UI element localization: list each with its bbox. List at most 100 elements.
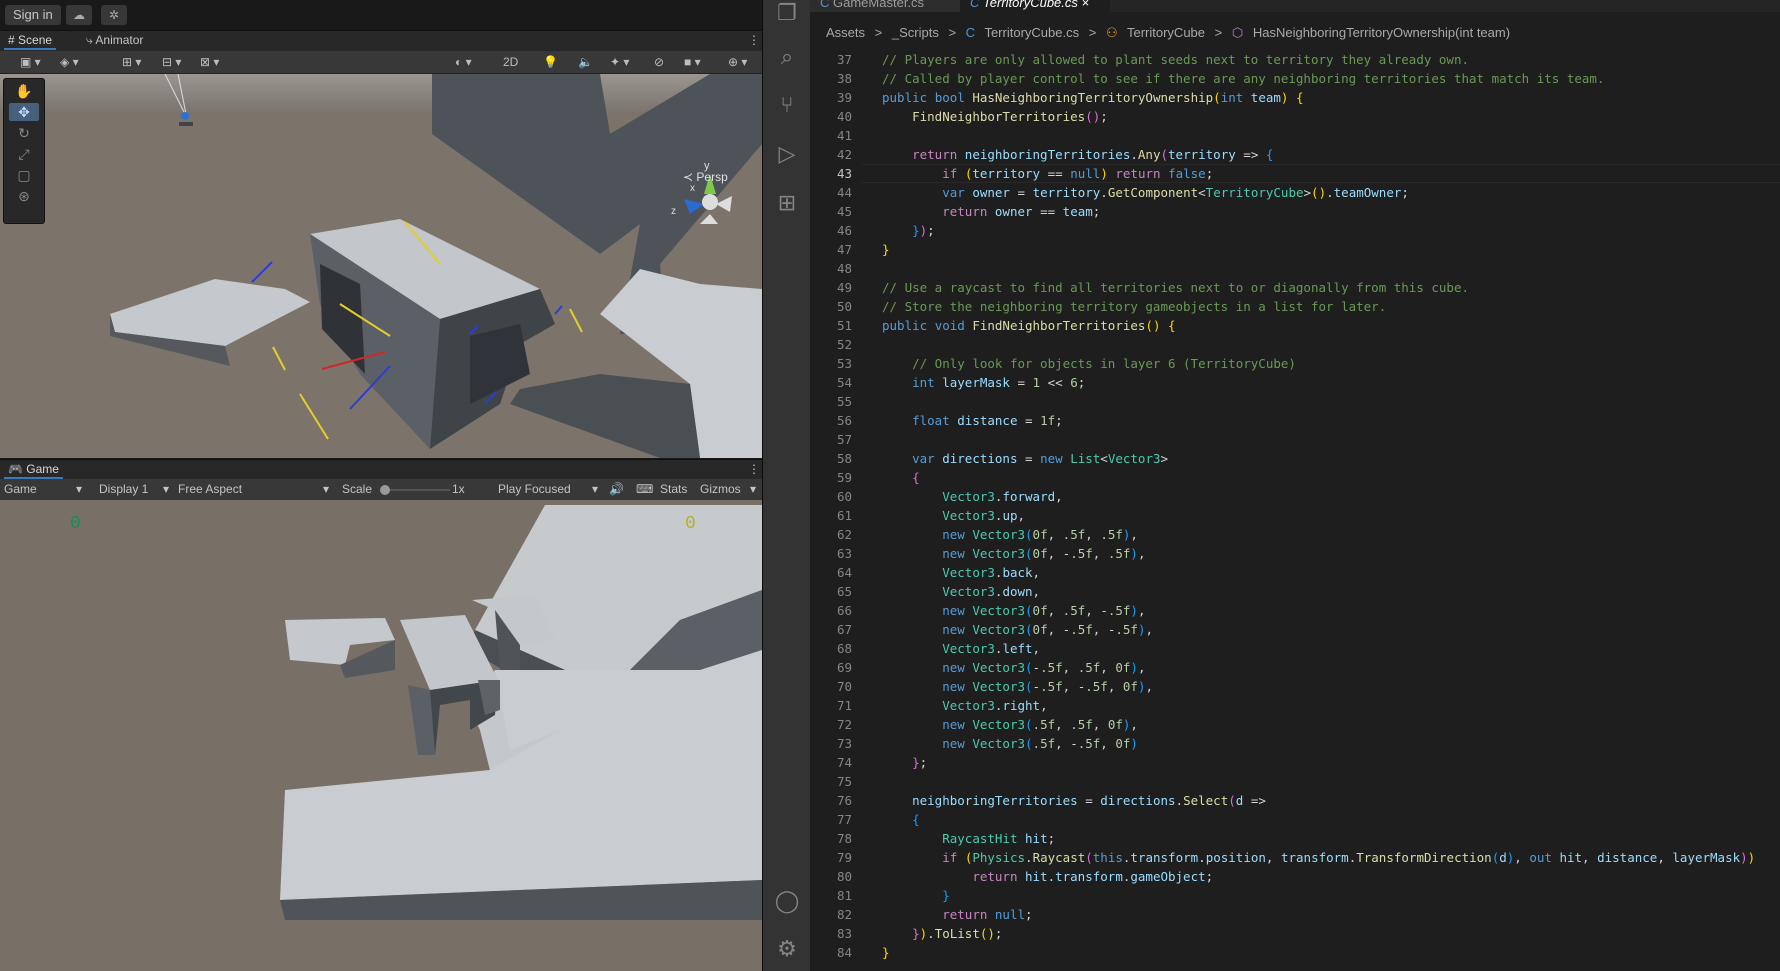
scene-visibility-icon[interactable]: ⊘ <box>654 54 664 70</box>
account-icon[interactable]: ◯ <box>774 888 800 914</box>
code-line[interactable]: 64 Vector3.back, <box>810 563 1780 582</box>
code-line[interactable]: 83 }).ToList(); <box>810 924 1780 943</box>
game-tab-menu-icon[interactable]: ⋮ <box>748 462 760 476</box>
code-line[interactable]: 42 return neighboringTerritories.Any(ter… <box>810 145 1780 164</box>
tab-scene[interactable]: # Scene <box>3 33 57 50</box>
scale-slider[interactable] <box>380 489 450 491</box>
render-mode-icon[interactable]: ◐ ▾ <box>455 54 472 70</box>
shading-icon[interactable]: ◈ ▾ <box>60 54 79 70</box>
breadcrumb-scripts[interactable]: _Scripts <box>892 25 939 40</box>
code-line[interactable]: 52 <box>810 335 1780 354</box>
gizmos-dropdown-icon[interactable]: ⊕ ▾ <box>728 54 747 70</box>
tab-game[interactable]: 🎮 Game <box>4 462 63 479</box>
gizmos-button[interactable]: Gizmos <box>700 482 741 496</box>
code-line[interactable]: 70 new Vector3(-.5f, -.5f, 0f), <box>810 677 1780 696</box>
code-line[interactable]: 54 int layerMask = 1 << 6; <box>810 373 1780 392</box>
code-line[interactable]: 48 <box>810 259 1780 278</box>
code-line[interactable]: 67 new Vector3(0f, -.5f, -.5f), <box>810 620 1780 639</box>
code-line[interactable]: 81 } <box>810 886 1780 905</box>
code-line[interactable]: 57 <box>810 430 1780 449</box>
play-mode-dropdown[interactable]: Play Focused <box>498 482 571 496</box>
code-line[interactable]: 72 new Vector3(.5f, .5f, 0f), <box>810 715 1780 734</box>
draw-mode-icon[interactable]: ▣ ▾ <box>20 54 41 70</box>
code-line[interactable]: 59 { <box>810 468 1780 487</box>
run-debug-icon[interactable]: ▷ <box>774 141 800 167</box>
grid-visibility-icon[interactable]: ⊠ ▾ <box>200 54 219 70</box>
code-line[interactable]: 56 float distance = 1f; <box>810 411 1780 430</box>
effects-icon[interactable]: ✦ ▾ <box>610 54 629 70</box>
rotate-tool-icon[interactable]: ↻ <box>9 124 39 142</box>
code-line[interactable]: 75 <box>810 772 1780 791</box>
move-tool-icon[interactable]: ✥ <box>9 103 39 121</box>
mode-2d-button[interactable]: 2D <box>503 54 518 70</box>
close-icon[interactable]: × <box>1082 0 1090 10</box>
breadcrumb-method[interactable]: HasNeighboringTerritoryOwnership(int tea… <box>1253 25 1510 40</box>
code-line[interactable]: 47} <box>810 240 1780 259</box>
hand-tool-icon[interactable]: ✋ <box>9 82 39 100</box>
transform-tool-icon[interactable]: ⊛ <box>9 187 39 205</box>
code-line[interactable]: 63 new Vector3(0f, -.5f, .5f), <box>810 544 1780 563</box>
code-line[interactable]: 45 return owner == team; <box>810 202 1780 221</box>
code-area[interactable]: 37 // Players are only allowed to plant s… <box>810 50 1780 962</box>
search-icon[interactable]: ⌕ <box>774 44 800 70</box>
code-line[interactable]: 38 // Called by player control to see if … <box>810 69 1780 88</box>
mute-audio-icon[interactable]: 🔊 <box>609 482 624 496</box>
code-line[interactable]: 49 // Use a raycast to find all territori… <box>810 278 1780 297</box>
rect-tool-icon[interactable]: ▢ <box>9 166 39 184</box>
code-line[interactable]: 77 { <box>810 810 1780 829</box>
code-line[interactable]: 71 Vector3.right, <box>810 696 1780 715</box>
source-control-icon[interactable]: ⑂ <box>774 92 800 118</box>
code-line[interactable]: 68 Vector3.left, <box>810 639 1780 658</box>
persp-label[interactable]: ≺ Persp <box>683 170 728 184</box>
extensions-icon[interactable]: ⊞ <box>774 190 800 216</box>
code-line[interactable]: 58 var directions = new List<Vector3> <box>810 449 1780 468</box>
code-line[interactable]: 73 new Vector3(.5f, -.5f, 0f) <box>810 734 1780 753</box>
code-line[interactable]: 44 var owner = territory.GetComponent<Te… <box>810 183 1780 202</box>
code-line[interactable]: 79 if (Physics.Raycast(this.transform.po… <box>810 848 1780 867</box>
scale-tool-icon[interactable]: ⤢ <box>9 145 39 163</box>
aspect-dropdown[interactable]: Free Aspect <box>178 482 242 496</box>
code-line[interactable]: 50 // Store the neighboring territory gam… <box>810 297 1780 316</box>
increment-snap-icon[interactable]: ⊟ ▾ <box>162 54 181 70</box>
code-line[interactable]: 80 return hit.transform.gameObject; <box>810 867 1780 886</box>
audio-toggle-icon[interactable]: 🔈 <box>578 54 593 70</box>
files-icon[interactable]: ❐ <box>774 0 800 26</box>
settings-icon[interactable]: ⚙ <box>774 936 800 962</box>
scene-view[interactable]: y x z ≺ Persp <box>0 74 762 458</box>
code-line[interactable]: 43 if (territory == null) return false; <box>810 164 1780 183</box>
game-view-dropdown[interactable]: Game <box>4 482 37 496</box>
collab-icon[interactable]: ✲ <box>101 5 127 25</box>
code-line[interactable]: 40 FindNeighborTerritories(); <box>810 107 1780 126</box>
code-line[interactable]: 84} <box>810 943 1780 962</box>
game-view[interactable]: 0 0 <box>0 500 762 971</box>
code-line[interactable]: 51 public void FindNeighborTerritories() … <box>810 316 1780 335</box>
code-line[interactable]: 65 Vector3.down, <box>810 582 1780 601</box>
display-dropdown[interactable]: Display 1 <box>99 482 148 496</box>
keyboard-icon[interactable]: ⌨ <box>636 482 653 496</box>
code-line[interactable]: 76 neighboringTerritories = directions.S… <box>810 791 1780 810</box>
sign-in-button[interactable]: Sign in <box>5 5 61 25</box>
code-line[interactable]: 41 <box>810 126 1780 145</box>
breadcrumb-class[interactable]: TerritoryCube <box>1127 25 1205 40</box>
code-line[interactable]: 37 // Players are only allowed to plant s… <box>810 50 1780 69</box>
code-line[interactable]: 82 return null; <box>810 905 1780 924</box>
scene-tab-menu-icon[interactable]: ⋮ <box>748 33 760 47</box>
scale-slider-handle[interactable] <box>380 485 390 495</box>
code-line[interactable]: 74 }; <box>810 753 1780 772</box>
breadcrumb-assets[interactable]: Assets <box>826 25 865 40</box>
code-line[interactable]: 55 <box>810 392 1780 411</box>
tab-gamemaster[interactable]: C GameMaster.cs <box>810 0 960 12</box>
code-line[interactable]: 39 public bool HasNeighboringTerritoryOwn… <box>810 88 1780 107</box>
code-line[interactable]: 62 new Vector3(0f, .5f, .5f), <box>810 525 1780 544</box>
lighting-toggle-icon[interactable]: 💡 <box>543 54 558 70</box>
camera-icon[interactable]: ■ ▾ <box>684 54 701 70</box>
stats-button[interactable]: Stats <box>660 482 687 496</box>
breadcrumb-file[interactable]: TerritoryCube.cs <box>984 25 1079 40</box>
code-line[interactable]: 60 Vector3.forward, <box>810 487 1780 506</box>
tab-territorycube[interactable]: C TerritoryCube.cs × <box>960 0 1110 12</box>
tab-animator[interactable]: ⤷ Animator <box>86 33 143 48</box>
code-line[interactable]: 66 new Vector3(0f, .5f, -.5f), <box>810 601 1780 620</box>
code-line[interactable]: 46 }); <box>810 221 1780 240</box>
code-line[interactable]: 53 // Only look for objects in layer 6 (… <box>810 354 1780 373</box>
grid-snap-icon[interactable]: ⊞ ▾ <box>122 54 141 70</box>
